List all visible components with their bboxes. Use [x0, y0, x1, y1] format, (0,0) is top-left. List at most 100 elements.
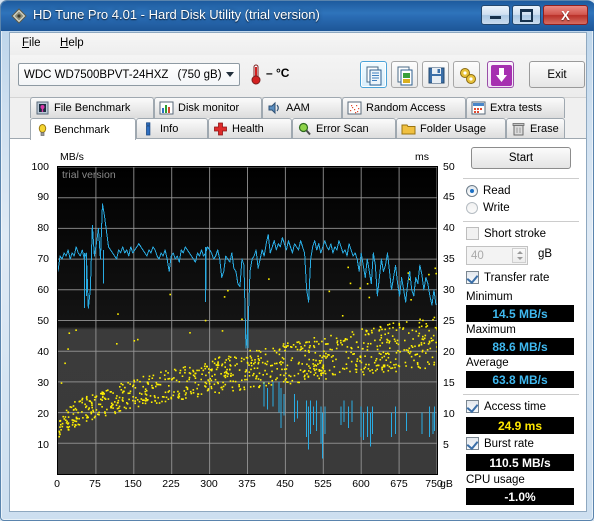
divider-3: [463, 394, 579, 395]
short-stroke-stepper[interactable]: [512, 248, 526, 263]
minimize-button[interactable]: [481, 5, 510, 25]
maximize-button[interactable]: [512, 5, 541, 25]
average-label: Average: [466, 357, 509, 369]
chart-grid-icon: [471, 101, 486, 115]
close-icon: X: [544, 6, 587, 24]
y-tick-50: 50: [23, 315, 49, 327]
close-button[interactable]: X: [543, 5, 588, 25]
checkbox-burst-rate[interactable]: Burst rate: [466, 437, 534, 450]
hd-tune-logo-icon: [11, 8, 27, 24]
radio-read[interactable]: Read: [466, 185, 511, 197]
copy-to-clipboard-button[interactable]: [360, 61, 387, 88]
title-bar: HD Tune Pro 4.01 - Hard Disk Utility (tr…: [1, 1, 594, 31]
x-tick-675: 675: [379, 478, 419, 490]
tool-bar: WDC WD7500BPVT-24HXZ (750 gB) – °C: [10, 55, 586, 98]
cpu-usage-value: -1.0%: [466, 488, 574, 505]
settings-button[interactable]: [453, 61, 480, 88]
x-tick-450: 450: [265, 478, 305, 490]
speaker-icon: [267, 101, 282, 115]
chevron-down-icon: [226, 72, 234, 77]
transfer-rate-checkbox-icon: [466, 271, 479, 284]
minimize-icon: [482, 6, 509, 24]
tab-disk-monitor[interactable]: Disk monitor: [154, 97, 262, 118]
save-button[interactable]: [422, 61, 449, 88]
app-window: HD Tune Pro 4.01 - Hard Disk Utility (tr…: [0, 0, 594, 521]
start-button[interactable]: Start: [471, 147, 571, 169]
divider-1: [463, 178, 579, 179]
drive-name-label: WDC WD7500BPVT-24HXZ: [19, 69, 168, 81]
menu-bar: File Help: [10, 33, 586, 56]
tab-info-label: Info: [160, 123, 178, 135]
tab-extra-tests[interactable]: Extra tests: [466, 97, 565, 118]
short-stroke-value: 40: [471, 250, 484, 262]
burst-rate-checkbox-icon: [466, 437, 479, 450]
x-tick-0: 0: [37, 478, 77, 490]
maximum-label: Maximum: [466, 324, 516, 336]
short-stroke-input[interactable]: 40: [466, 246, 528, 265]
window-title: HD Tune Pro 4.01 - Hard Disk Utility (tr…: [33, 7, 320, 22]
x-tick-225: 225: [151, 478, 191, 490]
tab-random-access[interactable]: Random Access: [342, 97, 466, 118]
y-tick-40: 40: [23, 346, 49, 358]
radio-read-icon: [466, 185, 478, 197]
tab-benchmark[interactable]: Benchmark: [30, 118, 136, 140]
x-tick-375: 375: [227, 478, 267, 490]
tab-folder-usage[interactable]: Folder Usage: [396, 118, 506, 139]
floppy-disk-icon: [423, 62, 450, 89]
burst-rate-value: 110.5 MB/s: [466, 454, 574, 471]
x-tick-75: 75: [75, 478, 115, 490]
tab-erase[interactable]: Erase: [506, 118, 565, 139]
short-stroke-label: Short stroke: [484, 228, 546, 240]
burst-rate-label: Burst rate: [484, 438, 534, 450]
tab-file-benchmark-label: File Benchmark: [54, 102, 130, 114]
tab-aam[interactable]: AAM: [262, 97, 342, 118]
benchmark-graph: MB/s ms 100 90 80 70 60 50 40 30 20 10 5…: [23, 147, 455, 504]
checkbox-access-time[interactable]: Access time: [466, 400, 546, 413]
red-cross-icon: [213, 122, 228, 136]
y-tick-10: 10: [23, 439, 49, 451]
divider-2: [463, 221, 579, 222]
drive-select-dropdown[interactable]: WDC WD7500BPVT-24HXZ (750 gB): [18, 63, 240, 86]
trial-watermark: trial version: [62, 169, 116, 181]
minimum-value: 14.5 MB/s: [466, 305, 574, 322]
tab-extra-tests-label: Extra tests: [490, 102, 542, 114]
menu-help[interactable]: Help: [54, 37, 90, 49]
stepper-down-icon: [517, 257, 523, 260]
checkbox-short-stroke[interactable]: Short stroke: [466, 227, 546, 240]
average-value: 63.8 MB/s: [466, 371, 574, 388]
radio-write[interactable]: Write: [466, 202, 510, 214]
access-time-checkbox-icon: [466, 400, 479, 413]
tab-health-label: Health: [232, 123, 264, 135]
tab-row-bottom: Benchmark Info Health: [10, 118, 586, 139]
y-axis-label-right: ms: [415, 151, 429, 163]
radio-write-label: Write: [483, 202, 510, 214]
exit-button[interactable]: Exit: [529, 61, 585, 88]
access-time-value: 24.9 ms: [466, 417, 574, 434]
client-area: File Help WDC WD7500BPVT-24HXZ (750 gB) …: [9, 32, 587, 512]
x-tick-600: 600: [341, 478, 381, 490]
start-label: Start: [509, 152, 533, 164]
transfer-rate-label: Transfer rate: [484, 272, 549, 284]
control-panel: Start Read Write Short stroke 40: [462, 145, 580, 505]
tab-error-scan[interactable]: Error Scan: [292, 118, 396, 139]
plot-area[interactable]: trial version: [57, 166, 438, 475]
radio-read-label: Read: [483, 185, 511, 197]
y-tick-90: 90: [23, 191, 49, 203]
bar-chart-icon: [159, 101, 174, 115]
tab-health[interactable]: Health: [208, 118, 292, 139]
gear-tools-icon: [454, 62, 481, 89]
plot-canvas: [58, 167, 437, 474]
checkbox-transfer-rate[interactable]: Transfer rate: [466, 271, 549, 284]
tab-benchmark-label: Benchmark: [54, 124, 110, 136]
x-tick-525: 525: [303, 478, 343, 490]
copy-document-icon: [361, 62, 388, 89]
menu-file[interactable]: File: [16, 37, 47, 49]
tab-file-benchmark[interactable]: File Benchmark: [30, 97, 154, 118]
tab-info[interactable]: Info: [136, 118, 208, 139]
download-update-button[interactable]: [487, 61, 514, 88]
x-axis-unit-label: gB: [440, 478, 453, 490]
exit-label: Exit: [547, 69, 566, 81]
copy-image-icon: [392, 62, 419, 89]
thermometer-icon: [250, 64, 262, 85]
copy-image-button[interactable]: [391, 61, 418, 88]
